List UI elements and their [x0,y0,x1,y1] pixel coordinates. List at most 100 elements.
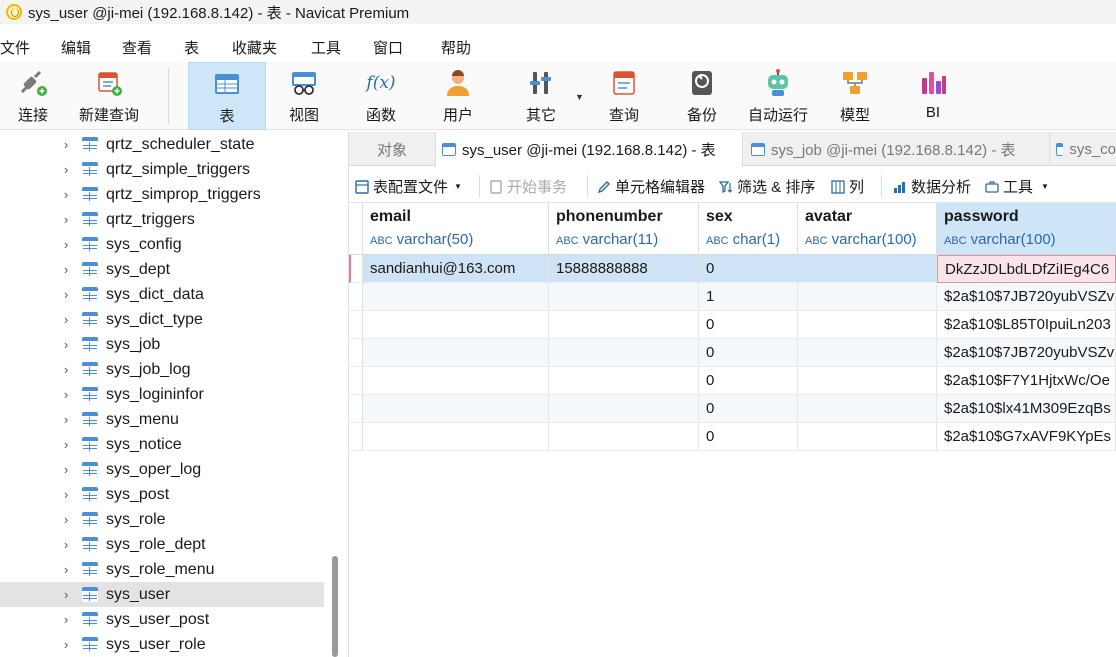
tree-item-sys-user[interactable]: › sys_user [0,582,324,607]
menu-window[interactable]: 窗口 [373,37,403,58]
tree-item-sys-user-post[interactable]: › sys_user_post [0,607,324,632]
data-analysis-button[interactable]: 数据分析 [893,176,971,197]
cell-phonenumber[interactable] [549,311,699,339]
cell-password[interactable]: DkZzJDLbdLDfZiIEg4C6 [937,255,1116,283]
tree-item-qrtz-triggers[interactable]: › qrtz_triggers [0,207,324,232]
menu-favorites[interactable]: 收藏夹 [232,37,277,58]
chevron-right-icon[interactable]: › [64,187,68,202]
user-button[interactable]: 用户 [432,62,484,130]
chevron-right-icon[interactable]: › [64,512,68,527]
chevron-right-icon[interactable]: › [64,162,68,177]
chevron-right-icon[interactable]: › [64,362,68,377]
tree-item-sys-job-log[interactable]: › sys_job_log [0,357,324,382]
column-header-password[interactable]: password ABC varchar(100) [937,203,1116,255]
tree-item-sys-job[interactable]: › sys_job [0,332,324,357]
cell-avatar[interactable] [798,395,937,423]
tree-item-qrtz-scheduler-state[interactable]: › qrtz_scheduler_state [0,132,324,157]
backup-button[interactable]: 备份 [676,62,728,130]
tree-item-sys-role[interactable]: › sys_role [0,507,324,532]
column-header-email[interactable]: email ABC varchar(50) [363,203,549,255]
chevron-right-icon[interactable]: › [64,262,68,277]
tab-objects[interactable]: 对象 [349,132,435,166]
others-dropdown-caret[interactable]: ▼ [575,92,584,102]
menu-help[interactable]: 帮助 [441,37,471,58]
view-button[interactable]: 视图 [278,62,330,130]
cell-editor-button[interactable]: 单元格编辑器 [597,176,705,197]
tools-menu-button[interactable]: 工具 ▼ [985,176,1049,197]
chevron-right-icon[interactable]: › [64,312,68,327]
menu-tools[interactable]: 工具 [311,37,341,58]
row-header[interactable] [349,283,363,311]
table-row[interactable]: sandianhui@163.com 15888888888 0 DkZzJDLbdL… [349,255,1116,283]
cell-email[interactable] [363,395,549,423]
cell-sex[interactable]: 0 [699,423,798,451]
cell-sex[interactable]: 0 [699,311,798,339]
cell-avatar[interactable] [798,283,937,311]
tab-sys-job[interactable]: sys_job @ji-mei (192.168.8.142) - 表 [745,132,1045,166]
function-button[interactable]: f(x) 函数 [355,62,407,130]
table-row[interactable]: 0 $2a$10$lx41M309EzqBs [349,395,1116,423]
cell-sex[interactable]: 0 [699,255,798,283]
table-row[interactable]: 0 $2a$10$G7xAVF9KYpEs [349,423,1116,451]
chevron-right-icon[interactable]: › [64,587,68,602]
cell-phonenumber[interactable]: 15888888888 [549,255,699,283]
cell-password[interactable]: $2a$10$L85T0IpuiLn203 [937,311,1116,339]
chevron-right-icon[interactable]: › [64,387,68,402]
row-header[interactable] [349,367,363,395]
menu-file[interactable]: 文件 [0,37,30,58]
table-button[interactable]: 表 [188,62,266,130]
row-header[interactable] [349,311,363,339]
tree-item-sys-dict-data[interactable]: › sys_dict_data [0,282,324,307]
chevron-right-icon[interactable]: › [64,412,68,427]
begin-transaction-button[interactable]: 开始事务 [489,176,567,197]
model-button[interactable]: 模型 [829,62,881,130]
chevron-right-icon[interactable]: › [64,337,68,352]
bi-button[interactable]: BI [908,62,958,130]
cell-sex[interactable]: 0 [699,395,798,423]
tree-item-qrtz-simple-triggers[interactable]: › qrtz_simple_triggers [0,157,324,182]
menu-edit[interactable]: 编辑 [61,37,91,58]
tree-item-sys-dict-type[interactable]: › sys_dict_type [0,307,324,332]
table-row[interactable]: 0 $2a$10$L85T0IpuiLn203 [349,311,1116,339]
menu-view[interactable]: 查看 [122,37,152,58]
chevron-right-icon[interactable]: › [64,537,68,552]
tree-scrollbar[interactable] [332,556,338,657]
cell-password[interactable]: $2a$10$lx41M309EzqBs [937,395,1116,423]
columns-button[interactable]: 列 [831,176,864,197]
table-config-button[interactable]: 表配置文件 ▼ [355,176,462,197]
tree-item-qrtz-simprop-triggers[interactable]: › qrtz_simprop_triggers [0,182,324,207]
column-header-avatar[interactable]: avatar ABC varchar(100) [798,203,937,255]
chevron-right-icon[interactable]: › [64,212,68,227]
cell-password[interactable]: $2a$10$7JB720yubVSZv [937,339,1116,367]
tree-item-sys-menu[interactable]: › sys_menu [0,407,324,432]
cell-email[interactable] [363,423,549,451]
automation-button[interactable]: 自动运行 [746,62,810,130]
chevron-right-icon[interactable]: › [64,562,68,577]
cell-phonenumber[interactable] [549,395,699,423]
chevron-right-icon[interactable]: › [64,237,68,252]
chevron-right-icon[interactable]: › [64,612,68,627]
row-header[interactable] [349,255,363,283]
table-row[interactable]: 0 $2a$10$F7Y1HjtxWc/Oe [349,367,1116,395]
menu-table[interactable]: 表 [184,37,199,58]
cell-email[interactable] [363,283,549,311]
cell-email[interactable] [363,367,549,395]
cell-sex[interactable]: 1 [699,283,798,311]
cell-email[interactable] [363,311,549,339]
tree-item-sys-notice[interactable]: › sys_notice [0,432,324,457]
cell-sex[interactable]: 0 [699,367,798,395]
tree-item-sys-user-role[interactable]: › sys_user_role [0,632,324,657]
chevron-right-icon[interactable]: › [64,437,68,452]
tab-sys-user[interactable]: sys_user @ji-mei (192.168.8.142) - 表 [435,132,743,167]
others-button[interactable]: 其它 [514,62,568,130]
cell-avatar[interactable] [798,367,937,395]
cell-avatar[interactable] [798,255,937,283]
tree-item-sys-oper-log[interactable]: › sys_oper_log [0,457,324,482]
table-row[interactable]: 1 $2a$10$7JB720yubVSZv [349,283,1116,311]
chevron-right-icon[interactable]: › [64,287,68,302]
chevron-right-icon[interactable]: › [64,137,68,152]
row-header[interactable] [349,339,363,367]
cell-phonenumber[interactable] [549,367,699,395]
tree-item-sys-config[interactable]: › sys_config [0,232,324,257]
row-header[interactable] [349,423,363,451]
